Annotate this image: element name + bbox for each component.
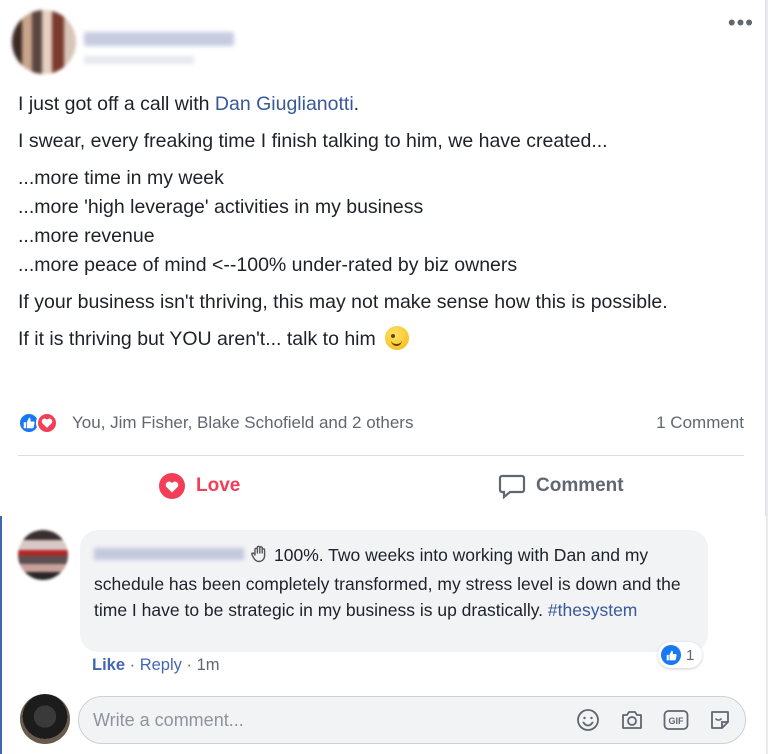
post-body: I just got off a call with Dan Giugliano… xyxy=(18,90,748,362)
commenter-avatar[interactable] xyxy=(18,530,68,580)
more-options-icon[interactable]: ••• xyxy=(728,12,754,34)
sticker-icon[interactable] xyxy=(707,707,733,733)
list-item: ...more 'high leverage' activities in my… xyxy=(18,196,424,218)
post-card: ••• I just got off a call with Dan Giugl… xyxy=(0,0,766,754)
list-item: ...more time in my week xyxy=(18,167,224,189)
post-paragraph-1: I just got off a call with Dan Giugliano… xyxy=(18,90,748,119)
paragraph-4-text: If it is thriving but YOU aren't... talk… xyxy=(18,328,376,350)
post-paragraph-3: If your business isn't thriving, this ma… xyxy=(18,291,668,313)
waving-hand-icon xyxy=(250,544,270,571)
comment-label: Comment xyxy=(536,475,624,496)
comment-count[interactable]: 1 Comment xyxy=(656,413,744,433)
paragraph-1-prefix: I just got off a call with xyxy=(18,93,215,115)
comment-reply-link[interactable]: Reply xyxy=(140,656,182,674)
comment-icon xyxy=(498,474,526,500)
comment-bubble: 100%. Two weeks into working with Dan an… xyxy=(80,530,708,652)
camera-icon[interactable] xyxy=(619,707,645,733)
composer-icons: GIF xyxy=(575,707,733,735)
divider xyxy=(18,455,744,456)
post-list: ...more time in my week ...more 'high le… xyxy=(18,164,748,280)
post-paragraph-2: I swear, every freaking time I finish ta… xyxy=(18,130,608,152)
author-name-blurred[interactable] xyxy=(84,32,234,46)
list-item: ...more peace of mind <--100% under-rate… xyxy=(18,254,518,276)
love-icon xyxy=(159,473,185,499)
comment-composer: GIF xyxy=(78,696,746,744)
commenter-name-blurred[interactable] xyxy=(94,548,244,560)
comment-button[interactable]: Comment xyxy=(498,472,624,500)
meta-separator: · xyxy=(181,656,197,674)
post-actions: Love Comment xyxy=(18,460,744,512)
author-avatar[interactable] xyxy=(12,10,76,74)
mention-link[interactable]: Dan Giuglianotti xyxy=(215,93,354,115)
comment-like-count: 1 xyxy=(686,646,695,664)
paragraph-1-suffix: . xyxy=(353,93,360,115)
love-reaction-icon[interactable] xyxy=(36,412,58,434)
comment-like-count-badge[interactable]: 1 xyxy=(658,642,703,668)
reactions-summary[interactable]: You, Jim Fisher, Blake Schofield and 2 o… xyxy=(72,413,413,433)
comment-like-link[interactable]: Like xyxy=(92,656,125,674)
post-timestamp-blurred xyxy=(84,56,194,64)
like-badge-icon xyxy=(661,645,681,665)
reactions-bar: You, Jim Fisher, Blake Schofield and 2 o… xyxy=(18,410,744,438)
post-paragraph-4: If it is thriving but YOU aren't... talk… xyxy=(18,325,748,354)
wink-emoji-icon xyxy=(385,326,410,350)
love-button[interactable]: Love xyxy=(158,472,240,500)
emoji-icon[interactable] xyxy=(575,707,601,733)
comment-input[interactable] xyxy=(93,697,553,743)
comments-section: 100%. Two weeks into working with Dan an… xyxy=(0,516,766,754)
post-header: ••• xyxy=(12,10,754,74)
list-item: ...more revenue xyxy=(18,225,155,247)
svg-text:GIF: GIF xyxy=(669,716,685,726)
love-label: Love xyxy=(196,475,241,496)
comment-meta: Like · Reply · 1m xyxy=(92,656,219,675)
hashtag-link[interactable]: #thesystem xyxy=(548,600,637,620)
comment-time[interactable]: 1m xyxy=(197,656,220,674)
viewer-avatar xyxy=(20,694,70,744)
meta-separator: · xyxy=(125,656,140,674)
gif-icon[interactable]: GIF xyxy=(663,707,689,733)
